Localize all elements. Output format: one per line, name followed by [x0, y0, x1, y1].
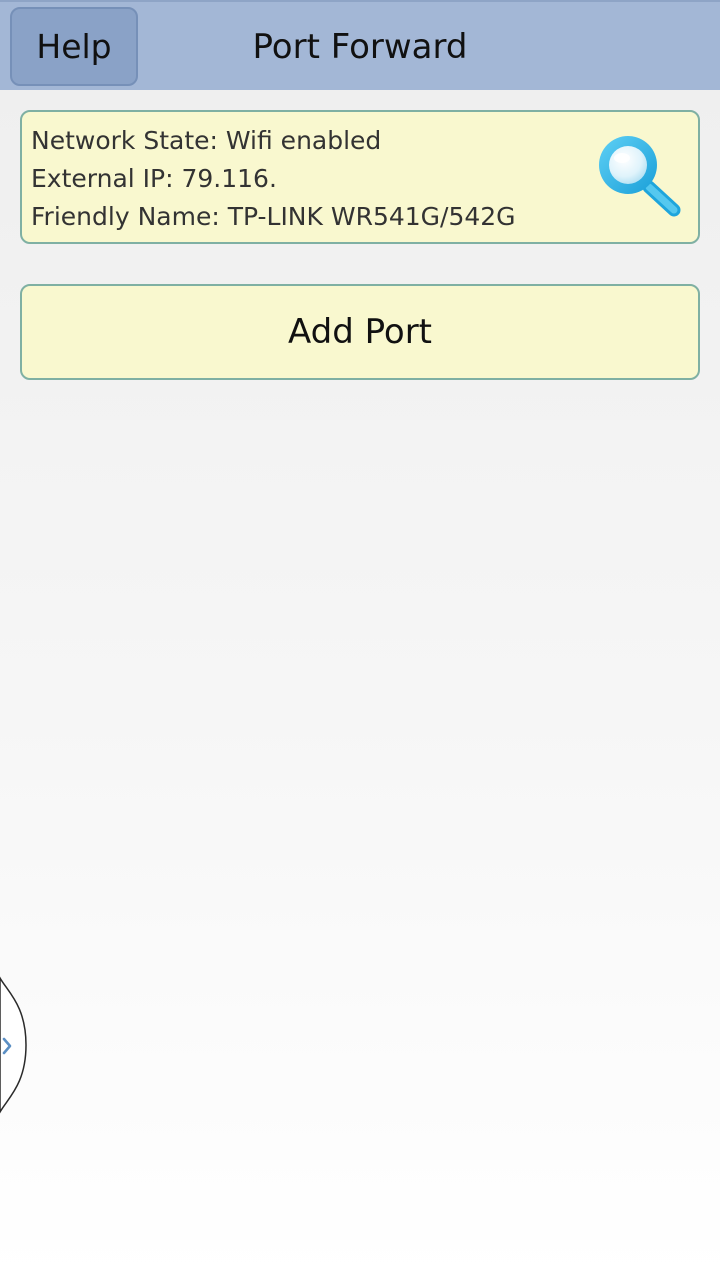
- network-state-label: Network State: Wifi enabled: [31, 126, 382, 155]
- network-info-text: Network State: Wifi enabled External IP:…: [31, 122, 516, 236]
- title-bar: Port Forward Help: [0, 0, 720, 90]
- external-ip-label: External IP: 79.116.: [31, 164, 277, 193]
- friendly-name-label: Friendly Name: TP-LINK WR541G/542G: [31, 202, 516, 231]
- scan-button[interactable]: [594, 132, 686, 224]
- network-info-panel: Network State: Wifi enabled External IP:…: [20, 110, 700, 244]
- add-port-button[interactable]: Add Port: [20, 284, 700, 380]
- help-button[interactable]: Help: [10, 7, 138, 86]
- drawer-handle[interactable]: [0, 970, 30, 1120]
- search-icon: [599, 136, 681, 217]
